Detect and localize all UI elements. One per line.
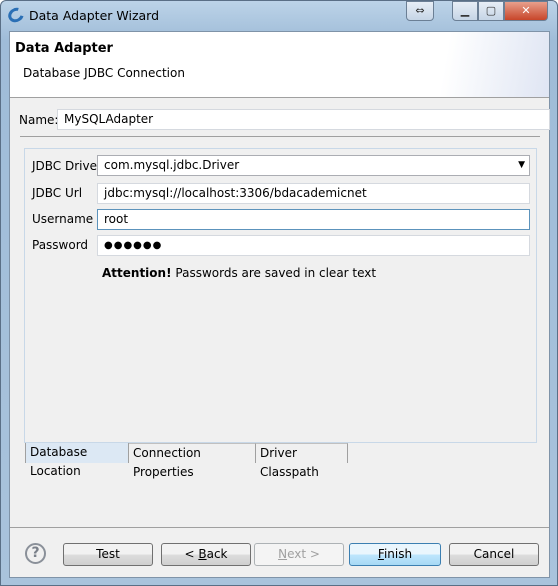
divider	[10, 527, 549, 528]
jdbc-url-input[interactable]: jdbc:mysql://localhost:3306/bdacademicne…	[97, 183, 530, 204]
back-rest: ack	[206, 547, 228, 561]
password-label: Password	[32, 238, 89, 252]
name-input[interactable]: MySQLAdapter	[57, 109, 550, 130]
attention-note: Attention! Passwords are saved in clear …	[102, 266, 376, 280]
chevron-down-icon: ▼	[518, 160, 525, 170]
back-button[interactable]: < Back	[161, 543, 251, 566]
window-frame: Data Adapter Wizard ⇔ ▁ ▢ ✕ Data Adapter…	[0, 0, 558, 586]
help-icon[interactable]: ?	[25, 543, 46, 564]
username-label: Username	[32, 212, 94, 226]
jdbc-driver-value: com.mysql.jdbc.Driver	[104, 158, 240, 172]
dialog-client: Data Adapter Database JDBC Connection Na…	[9, 31, 550, 578]
jdbc-driver-select[interactable]: com.mysql.jdbc.Driver ▼	[97, 155, 530, 176]
back-mnemonic: B	[198, 547, 207, 561]
resize-icon[interactable]: ⇔	[406, 1, 434, 21]
jdbc-url-label: JDBC Url	[32, 186, 83, 200]
next-rest: ext >	[287, 547, 320, 561]
close-button[interactable]: ✕	[504, 1, 548, 21]
tab-connection-properties[interactable]: Connection Properties	[129, 443, 256, 479]
app-icon	[5, 4, 27, 26]
database-location-panel: JDBC Driver com.mysql.jdbc.Driver ▼ JDBC…	[24, 148, 537, 443]
test-button[interactable]: Test	[63, 543, 153, 566]
minimize-button[interactable]: ▁	[452, 1, 478, 21]
jdbc-driver-label: JDBC Driver	[32, 159, 102, 173]
finish-button[interactable]: Finish	[349, 543, 441, 566]
name-label: Name:	[19, 113, 59, 127]
header-subtitle: Database JDBC Connection	[23, 66, 185, 80]
next-button[interactable]: Next >	[254, 543, 344, 566]
cancel-button[interactable]: Cancel	[449, 543, 539, 566]
username-input[interactable]: root	[97, 209, 530, 230]
next-mnemonic: N	[278, 547, 288, 561]
tab-database-location[interactable]: Database Location	[25, 443, 129, 478]
tab-driver-classpath[interactable]: Driver Classpath	[256, 443, 348, 479]
password-input[interactable]: ●●●●●●	[97, 235, 530, 256]
maximize-button[interactable]: ▢	[478, 1, 504, 21]
attention-text: Passwords are saved in clear text	[175, 266, 377, 280]
attention-strong: Attention!	[102, 266, 172, 280]
header-title: Data Adapter	[15, 41, 113, 56]
divider	[20, 136, 540, 137]
wizard-header: Data Adapter Database JDBC Connection	[10, 32, 549, 98]
finish-rest: inish	[383, 547, 413, 561]
window-title: Data Adapter Wizard	[29, 8, 160, 23]
back-prefix: <	[184, 547, 199, 561]
